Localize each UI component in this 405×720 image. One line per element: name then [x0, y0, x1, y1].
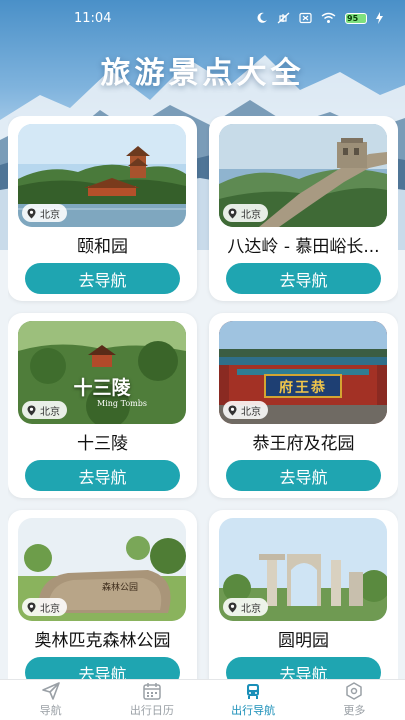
moon-icon — [256, 12, 268, 24]
attraction-photo: 北京 — [219, 518, 387, 621]
tab-label: 导航 — [39, 704, 62, 717]
attraction-name: 颐和园 — [77, 237, 128, 257]
photo-stone-text: 森林公园 — [102, 583, 139, 593]
photo-caption: 十三陵 — [73, 377, 131, 399]
attraction-card[interactable]: 北京 八达岭 - 慕田峪长... 去导航 — [209, 116, 398, 301]
location-badge: 北京 — [223, 204, 268, 222]
attraction-photo: 十三陵 Ming Tombs 北京 — [18, 321, 186, 424]
location-pin-icon — [26, 602, 37, 613]
battery-icon: 95 — [345, 12, 367, 24]
location-pin-icon — [26, 405, 37, 416]
location-pin-icon — [26, 208, 37, 219]
attraction-card[interactable]: 府王恭 北京 恭王府及花园 去导航 — [209, 313, 398, 498]
tab-travel-navigation[interactable]: 出行导航 — [203, 680, 304, 720]
location-badge: 北京 — [223, 598, 268, 616]
navigate-button[interactable]: 去导航 — [226, 460, 381, 491]
sim-off-icon — [299, 12, 312, 24]
attraction-photo: 森林公园 北京 — [18, 518, 186, 621]
page-title: 旅游景点大全 — [100, 56, 305, 91]
charging-icon — [376, 12, 383, 24]
attraction-grid[interactable]: 北京 颐和园 去导航 北京 八达岭 - 慕田峪长... 去导航 十三陵 Ming… — [8, 116, 398, 679]
location-label: 北京 — [241, 406, 261, 418]
attraction-card[interactable]: 十三陵 Ming Tombs 北京 十三陵 去导航 — [8, 313, 197, 498]
bottom-tab-bar: 导航 出行日历 出行导航 更多 — [0, 679, 405, 720]
attraction-photo: 北京 — [18, 124, 186, 227]
calendar-icon — [142, 682, 162, 700]
attraction-card[interactable]: 森林公园 北京 奥林匹克森林公园 去导航 — [8, 510, 197, 679]
wifi-icon — [321, 12, 336, 24]
attraction-card[interactable]: 北京 圆明园 去导航 — [209, 510, 398, 679]
tab-more[interactable]: 更多 — [304, 680, 405, 720]
navigate-button[interactable]: 去导航 — [25, 460, 180, 491]
location-pin-icon — [227, 602, 238, 613]
navigate-button[interactable]: 去导航 — [25, 657, 180, 679]
status-time: 11:04 — [74, 10, 112, 26]
attraction-name: 十三陵 — [77, 434, 128, 454]
bus-icon — [243, 682, 263, 700]
attraction-name: 恭王府及花园 — [252, 434, 355, 454]
location-label: 北京 — [40, 603, 60, 615]
attraction-photo: 府王恭 北京 — [219, 321, 387, 424]
attraction-name: 奥林匹克森林公园 — [34, 631, 171, 651]
tab-label: 更多 — [343, 704, 366, 717]
location-label: 北京 — [241, 603, 261, 615]
location-badge: 北京 — [22, 598, 67, 616]
status-bar: 11:04 95 — [0, 0, 405, 36]
tab-travel-calendar[interactable]: 出行日历 — [101, 680, 202, 720]
attraction-card[interactable]: 北京 颐和园 去导航 — [8, 116, 197, 301]
tab-label: 出行导航 — [231, 704, 276, 717]
location-label: 北京 — [40, 209, 60, 221]
photo-plaque-text: 府王恭 — [279, 380, 327, 396]
navigate-button[interactable]: 去导航 — [25, 263, 180, 294]
location-pin-icon — [227, 405, 238, 416]
hexagon-settings-icon — [344, 682, 364, 700]
mute-icon — [277, 12, 290, 24]
attraction-name: 八达岭 - 慕田峪长... — [227, 237, 380, 257]
attraction-photo: 北京 — [219, 124, 387, 227]
location-badge: 北京 — [223, 401, 268, 419]
location-label: 北京 — [40, 406, 60, 418]
location-label: 北京 — [241, 209, 261, 221]
paper-plane-icon — [41, 682, 61, 700]
navigate-button[interactable]: 去导航 — [226, 263, 381, 294]
tab-label: 出行日历 — [129, 704, 174, 717]
location-badge: 北京 — [22, 204, 67, 222]
tab-navigation[interactable]: 导航 — [0, 680, 101, 720]
location-pin-icon — [227, 208, 238, 219]
navigate-button[interactable]: 去导航 — [226, 657, 381, 679]
attraction-name: 圆明园 — [278, 631, 329, 651]
location-badge: 北京 — [22, 401, 67, 419]
